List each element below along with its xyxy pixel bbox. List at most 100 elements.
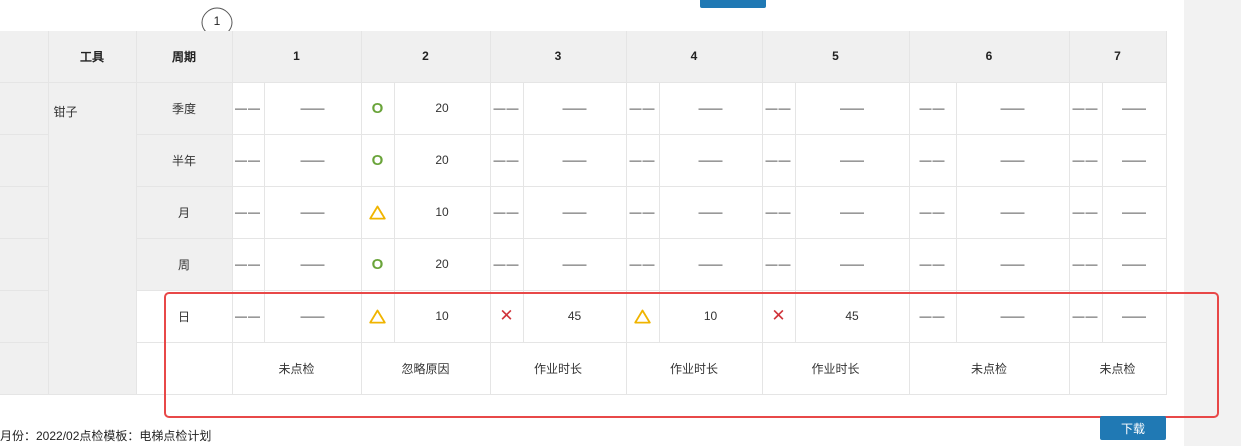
warning-triangle-icon (634, 309, 651, 324)
download-button[interactable]: 下载 (1100, 416, 1166, 440)
value-cell: —— (795, 238, 910, 291)
table-row-status: 未点检 忽略原因 作业时长 作业时长 作业时长 未点检 未点检 (0, 342, 1167, 395)
value-cell: —— (264, 186, 362, 239)
status-cell (626, 290, 660, 343)
header-blank (0, 31, 49, 83)
status-cell: —— (232, 186, 265, 239)
fail-cross-icon: ✕ (771, 306, 786, 325)
status-cell: O (361, 82, 395, 135)
status-cell: —— (1069, 134, 1103, 187)
value-cell: 10 (394, 186, 491, 239)
status-not-inspected: 未点检 (1069, 342, 1167, 395)
value-cell: —— (264, 290, 362, 343)
top-action-button[interactable] (700, 0, 766, 8)
value-cell: —— (956, 82, 1070, 135)
status-cell: —— (490, 82, 524, 135)
period-cell: 月 (136, 186, 233, 239)
value-cell: 20 (394, 82, 491, 135)
status-cell: —— (626, 238, 660, 291)
value-cell: 20 (394, 238, 491, 291)
status-cell: —— (762, 186, 796, 239)
status-cell: —— (909, 186, 957, 239)
status-cell: —— (909, 290, 957, 343)
status-cell: —— (1069, 238, 1103, 291)
status-cell: O (361, 238, 395, 291)
header-day-2: 2 (361, 31, 491, 83)
value-cell: —— (956, 186, 1070, 239)
value-cell: 45 (795, 290, 910, 343)
status-cell: —— (232, 134, 265, 187)
right-side-panel (1184, 0, 1241, 446)
row-blank (0, 238, 49, 291)
status-cell: —— (1069, 290, 1103, 343)
table-row: 钳子 季度 —— —— O 20 —— —— —— —— —— —— —— ——… (0, 82, 1167, 395)
value-cell: —— (956, 238, 1070, 291)
status-cell: —— (490, 186, 524, 239)
ok-circle-icon: O (371, 151, 384, 169)
value-cell: —— (956, 134, 1070, 187)
ok-circle-icon: O (371, 255, 384, 273)
header-day-1: 1 (232, 31, 362, 83)
header-day-6: 6 (909, 31, 1070, 83)
row-blank (0, 134, 49, 187)
value-cell: —— (659, 186, 763, 239)
value-cell: —— (1102, 82, 1167, 135)
value-cell: 20 (394, 134, 491, 187)
status-cell: —— (626, 134, 660, 187)
row-blank (0, 82, 49, 135)
row-blank (0, 186, 49, 239)
row-blank (0, 342, 49, 395)
value-cell: —— (264, 238, 362, 291)
inspection-plan-table: 工具 周期 1 2 3 4 5 6 7 钳子 季度 —— —— O 20 —— … (0, 31, 1167, 395)
status-cell: —— (490, 238, 524, 291)
status-cell: —— (1069, 82, 1103, 135)
status-cell: —— (909, 238, 957, 291)
status-cell: —— (762, 82, 796, 135)
status-cell: —— (1069, 186, 1103, 239)
table-row: 日 —— —— 10 ✕ 45 10 ✕ 45 —— —— —— —— (0, 290, 1167, 343)
ignore-reason-link[interactable]: 忽略原因 (361, 342, 491, 395)
value-cell: —— (659, 82, 763, 135)
value-cell: —— (795, 134, 910, 187)
value-cell: —— (523, 82, 627, 135)
status-not-inspected: 未点检 (232, 342, 362, 395)
status-cell: O (361, 134, 395, 187)
value-cell: 10 (394, 290, 491, 343)
table-header-row: 工具 周期 1 2 3 4 5 6 7 (0, 31, 1167, 83)
header-day-7: 7 (1069, 31, 1167, 83)
status-cell: —— (762, 134, 796, 187)
period-cell: 季度 (136, 82, 233, 135)
status-cell: ✕ (762, 290, 796, 343)
period-cell: 日 (136, 290, 233, 343)
value-cell: —— (1102, 134, 1167, 187)
value-cell: —— (1102, 290, 1167, 343)
work-duration-link[interactable]: 作业时长 (626, 342, 763, 395)
work-duration-link[interactable]: 作业时长 (762, 342, 910, 395)
value-cell: 45 (523, 290, 627, 343)
status-cell: —— (232, 82, 265, 135)
work-duration-link[interactable]: 作业时长 (490, 342, 627, 395)
value-cell: —— (956, 290, 1070, 343)
table-row: 半年 —— —— O 20 —— —— —— —— —— —— —— —— ——… (0, 134, 1167, 187)
warning-triangle-icon (369, 309, 386, 324)
status-cell: —— (762, 238, 796, 291)
value-cell: —— (795, 186, 910, 239)
status-cell: —— (909, 82, 957, 135)
header-day-5: 5 (762, 31, 910, 83)
status-cell: —— (232, 290, 265, 343)
value-cell: —— (795, 82, 910, 135)
status-cell: —— (490, 134, 524, 187)
period-cell: 周 (136, 238, 233, 291)
status-not-inspected: 未点检 (909, 342, 1070, 395)
value-cell: —— (659, 238, 763, 291)
table-row: 月 —— —— 10 —— —— —— —— —— —— —— —— —— —— (0, 186, 1167, 239)
status-cell: —— (232, 238, 265, 291)
period-cell: 半年 (136, 134, 233, 187)
value-cell: —— (659, 134, 763, 187)
warning-triangle-icon (369, 205, 386, 220)
header-tool: 工具 (48, 31, 137, 83)
status-cell: —— (909, 134, 957, 187)
table-row: 周 —— —— O 20 —— —— —— —— —— —— —— —— —— … (0, 238, 1167, 291)
value-cell: —— (523, 134, 627, 187)
row-blank (0, 290, 49, 343)
